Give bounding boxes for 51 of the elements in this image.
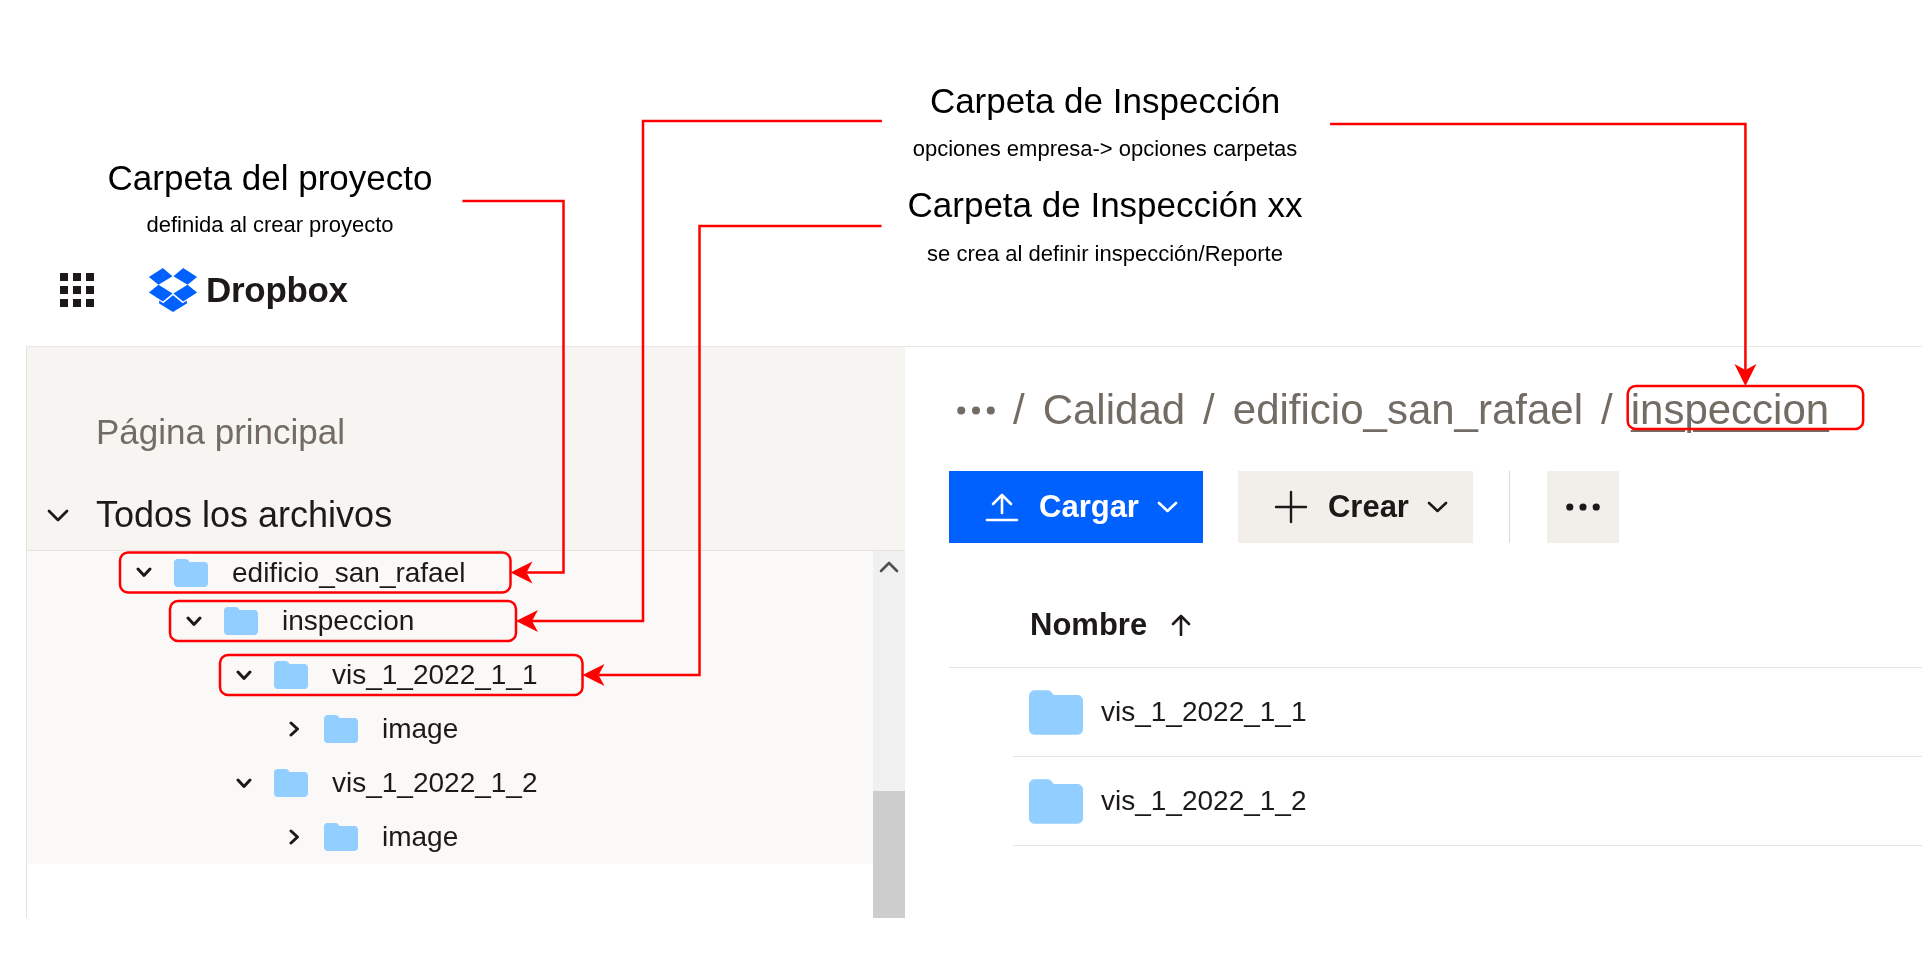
callout-subtitle: se crea al definir inspección/Reporte [927, 241, 1283, 267]
breadcrumb-separator: / [1601, 385, 1613, 435]
more-icon [1565, 503, 1600, 511]
scroll-up-icon[interactable] [879, 561, 899, 573]
folder-icon [1029, 778, 1083, 824]
folder-icon [324, 715, 358, 743]
folder-icon [224, 607, 258, 635]
chevron-right-icon[interactable] [288, 721, 300, 737]
tree-item[interactable]: vis_1_2022_1_1 [332, 658, 538, 692]
callout-subtitle: definida al crear proyecto [146, 212, 394, 238]
tree-item[interactable]: image [382, 820, 459, 854]
chevron-down-icon[interactable] [136, 567, 152, 578]
tree-item[interactable]: image [382, 712, 459, 746]
callout-title: Carpeta del proyecto [107, 157, 433, 199]
scrollbar-thumb[interactable] [873, 791, 905, 918]
chevron-right-icon[interactable] [288, 829, 300, 845]
more-icon[interactable] [957, 405, 995, 415]
breadcrumb-link[interactable]: inspeccion [1630, 385, 1830, 435]
file-name[interactable]: vis_1_2022_1_2 [1101, 784, 1307, 818]
callout-title: Carpeta de Inspección [929, 80, 1281, 122]
sidebar-item[interactable]: Todos los archivos [96, 485, 393, 545]
scrollbar[interactable] [873, 551, 905, 918]
folder-icon [274, 769, 308, 797]
logo-icon [148, 268, 198, 312]
chevron-down-icon[interactable] [186, 615, 202, 627]
logo-text: Dropbox [206, 269, 348, 311]
create-button[interactable]: Crear [1237, 471, 1473, 543]
breadcrumb-separator: / [1013, 385, 1025, 435]
more-button[interactable] [1546, 471, 1619, 543]
tree-item[interactable]: vis_1_2022_1_2 [332, 766, 538, 800]
file-name[interactable]: vis_1_2022_1_1 [1101, 695, 1307, 729]
breadcrumb-separator: / [1203, 385, 1215, 435]
upload-button[interactable]: Cargar [949, 471, 1203, 543]
tree-item[interactable]: inspeccion [282, 604, 415, 638]
breadcrumb-link[interactable]: Calidad [1042, 385, 1186, 435]
tree-item[interactable]: edificio_san_rafael [232, 555, 466, 590]
breadcrumb-link[interactable]: edificio_san_rafael [1232, 385, 1583, 435]
chevron-down-icon[interactable] [47, 508, 69, 522]
folder-icon [274, 661, 308, 689]
callout-title: Carpeta de Inspección xx [907, 184, 1303, 226]
sidebar-item[interactable]: Página principal [96, 402, 905, 462]
chevron-down-icon[interactable] [236, 669, 252, 681]
folder-icon [1029, 689, 1083, 735]
folder-icon [174, 558, 208, 587]
folder-icon [324, 823, 358, 851]
chevron-down-icon[interactable] [236, 777, 252, 789]
plus-icon [1273, 490, 1308, 524]
upload-icon [985, 492, 1019, 522]
callout-subtitle: opciones empresa-> opciones carpetas [912, 136, 1298, 162]
column-header[interactable]: Nombre [1030, 604, 1192, 645]
apps-grid-icon[interactable] [60, 273, 94, 307]
